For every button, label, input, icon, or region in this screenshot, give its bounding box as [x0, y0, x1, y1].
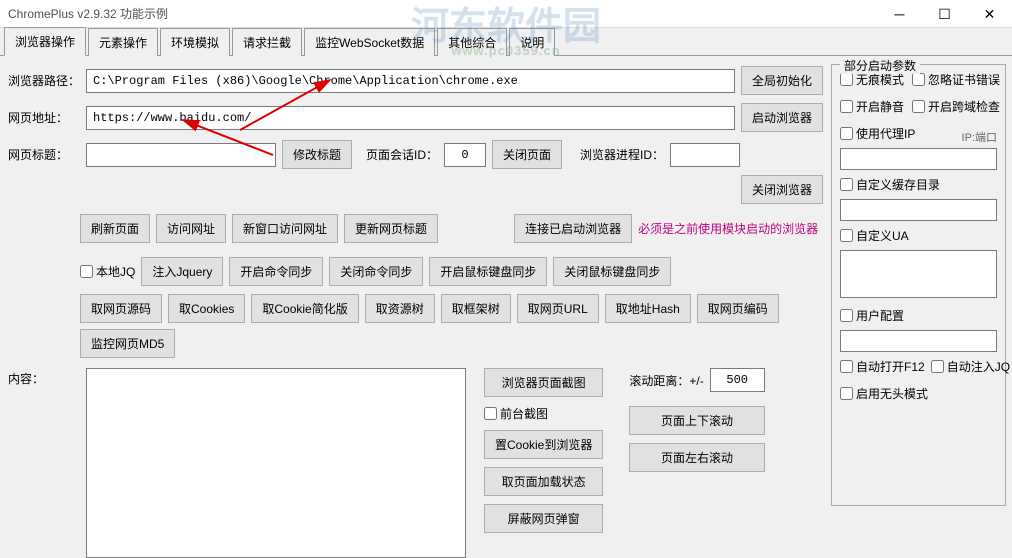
- user-config-input[interactable]: [840, 330, 997, 352]
- side-panel: 部分启动参数 无痕模式 忽略证书错误 开启静音 开启跨域检查 使用代理IP IP…: [831, 64, 1006, 506]
- edit-title-button[interactable]: 修改标题: [282, 140, 352, 169]
- refresh-button[interactable]: 刷新页面: [80, 214, 150, 243]
- monitor-md5-button[interactable]: 监控网页MD5: [80, 329, 175, 358]
- cors-checkbox[interactable]: 开启跨域检查: [912, 98, 1000, 115]
- front-shot-checkbox[interactable]: 前台截图: [484, 405, 603, 422]
- custom-ua-input[interactable]: [840, 250, 997, 298]
- get-res-tree-button[interactable]: 取资源树: [365, 294, 435, 323]
- session-id-input[interactable]: [444, 143, 486, 167]
- proxy-checkbox[interactable]: 使用代理IP: [840, 125, 915, 142]
- get-cookies-button[interactable]: 取Cookies: [168, 294, 245, 323]
- url-input[interactable]: [86, 106, 735, 130]
- get-source-button[interactable]: 取网页源码: [80, 294, 162, 323]
- process-id-input[interactable]: [670, 143, 740, 167]
- custom-ua-checkbox[interactable]: 自定义UA: [840, 227, 997, 244]
- side-panel-title: 部分启动参数: [840, 57, 920, 74]
- screenshot-button[interactable]: 浏览器页面截图: [484, 368, 603, 397]
- warning-text: 必须是之前使用模块启动的浏览器: [638, 220, 818, 237]
- inject-jquery-button[interactable]: 注入Jquery: [141, 257, 223, 286]
- auto-f12-checkbox[interactable]: 自动打开F12: [840, 358, 925, 375]
- user-config-checkbox[interactable]: 用户配置: [840, 307, 997, 324]
- label-browser-path: 浏览器路径：: [8, 72, 80, 89]
- global-init-button[interactable]: 全局初始化: [741, 66, 823, 95]
- close-page-button[interactable]: 关闭页面: [492, 140, 562, 169]
- set-cookie-button[interactable]: 置Cookie到浏览器: [484, 430, 603, 459]
- tab-req-intercept[interactable]: 请求拦截: [232, 28, 302, 56]
- scroll-ud-button[interactable]: 页面上下滚动: [629, 406, 764, 435]
- window-title: ChromePlus v2.9.32 功能示例: [8, 5, 168, 22]
- browser-path-input[interactable]: [86, 69, 735, 93]
- auto-jq-checkbox[interactable]: 自动注入JQ: [931, 358, 1010, 375]
- local-jq-checkbox[interactable]: 本地JQ: [80, 263, 135, 280]
- headless-checkbox[interactable]: 启用无头模式: [840, 385, 997, 402]
- sync-mouse-on-button[interactable]: 开启鼠标键盘同步: [429, 257, 547, 286]
- proxy-input[interactable]: [840, 148, 997, 170]
- new-window-visit-button[interactable]: 新窗口访问网址: [232, 214, 338, 243]
- get-frame-tree-button[interactable]: 取框架树: [441, 294, 511, 323]
- block-popup-button[interactable]: 屏蔽网页弹窗: [484, 504, 603, 533]
- tab-other[interactable]: 其他综合: [437, 28, 507, 56]
- minimize-button[interactable]: ─: [877, 0, 922, 28]
- scroll-distance-label: 滚动距离：+/-: [629, 372, 703, 389]
- cache-dir-checkbox[interactable]: 自定义缓存目录: [840, 176, 997, 193]
- get-hash-button[interactable]: 取地址Hash: [605, 294, 691, 323]
- content-textarea[interactable]: [86, 368, 466, 558]
- close-browser-button[interactable]: 关闭浏览器: [741, 175, 823, 204]
- tab-websocket[interactable]: 监控WebSocket数据: [304, 28, 435, 56]
- visit-button[interactable]: 访问网址: [156, 214, 226, 243]
- ignore-cert-checkbox[interactable]: 忽略证书错误: [912, 71, 1000, 88]
- tab-browser-ops[interactable]: 浏览器操作: [4, 27, 86, 56]
- label-content: 内容：: [8, 368, 80, 387]
- sync-cmd-on-button[interactable]: 开启命令同步: [229, 257, 323, 286]
- cache-dir-input[interactable]: [840, 199, 997, 221]
- process-id-label: 浏览器进程ID：: [580, 146, 664, 163]
- session-id-label: 页面会话ID：: [366, 146, 438, 163]
- sync-mouse-off-button[interactable]: 关闭鼠标键盘同步: [553, 257, 671, 286]
- tab-element-ops[interactable]: 元素操作: [88, 28, 158, 56]
- get-cookie-simple-button[interactable]: 取Cookie简化版: [251, 294, 358, 323]
- tab-env-sim[interactable]: 环境模拟: [160, 28, 230, 56]
- close-button[interactable]: ✕: [967, 0, 1012, 28]
- update-title-button[interactable]: 更新网页标题: [344, 214, 438, 243]
- get-url-button[interactable]: 取网页URL: [517, 294, 599, 323]
- scroll-lr-button[interactable]: 页面左右滚动: [629, 443, 764, 472]
- load-state-button[interactable]: 取页面加载状态: [484, 467, 603, 496]
- title-input[interactable]: [86, 143, 276, 167]
- label-url: 网页地址：: [8, 109, 80, 126]
- proxy-hint: IP:端口: [962, 129, 997, 145]
- mute-checkbox[interactable]: 开启静音: [840, 98, 904, 115]
- scroll-distance-input[interactable]: [710, 368, 765, 392]
- connect-started-button[interactable]: 连接已启动浏览器: [514, 214, 632, 243]
- tab-help[interactable]: 说明: [509, 28, 555, 56]
- start-browser-button[interactable]: 启动浏览器: [741, 103, 823, 132]
- sync-cmd-off-button[interactable]: 关闭命令同步: [329, 257, 423, 286]
- label-title: 网页标题：: [8, 146, 80, 163]
- maximize-button[interactable]: ☐: [922, 0, 967, 28]
- get-encoding-button[interactable]: 取网页编码: [697, 294, 779, 323]
- tab-bar: 浏览器操作 元素操作 环境模拟 请求拦截 监控WebSocket数据 其他综合 …: [0, 28, 1012, 56]
